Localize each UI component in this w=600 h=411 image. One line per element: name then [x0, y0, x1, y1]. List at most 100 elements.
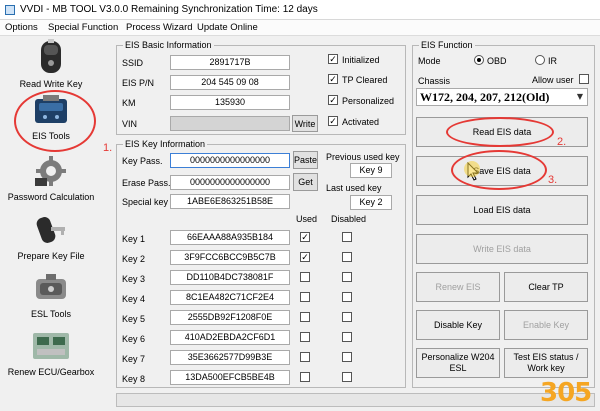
menu-options[interactable]: Options	[5, 22, 38, 33]
key-row-label: Key 2	[122, 254, 146, 264]
sidebar-item-prepare-key-file[interactable]: Prepare Key File	[2, 213, 100, 261]
group-title: EIS Function	[419, 40, 475, 50]
vin-field[interactable]	[170, 116, 290, 131]
allow-user-checkbox[interactable]	[579, 74, 589, 84]
key-used-checkbox[interactable]	[300, 272, 310, 282]
load-eis-data-button[interactable]: Load EIS data	[416, 195, 588, 225]
key-value-field[interactable]: 35E3662577D99B3E	[170, 350, 290, 365]
eis-pn-field[interactable]: 204 545 09 08	[170, 75, 290, 90]
button-label-line: Personalize W204	[421, 352, 495, 362]
key-value-field[interactable]: 410AD2EBDA2CF6D1	[170, 330, 290, 345]
button-label-line: Test EIS status /	[513, 352, 579, 362]
key-row-label: Key 5	[122, 314, 146, 324]
sidebar-item-label: Read Write Key	[19, 79, 83, 89]
mode-ir-radio[interactable]	[535, 55, 545, 65]
key-disabled-checkbox[interactable]	[342, 252, 352, 262]
key-pass-field[interactable]: 0000000000000000	[170, 153, 290, 168]
activated-checkbox[interactable]	[328, 116, 338, 126]
annotation-number-3: 3.	[548, 174, 558, 186]
key-icon	[36, 217, 65, 243]
cursor-highlight	[464, 161, 480, 177]
group-title: EIS Key Information	[123, 139, 208, 149]
prev-used-key-field[interactable]: Key 9	[350, 163, 392, 178]
mode-obd-radio[interactable]	[474, 55, 484, 65]
key-row-label: Key 3	[122, 274, 146, 284]
key-disabled-checkbox[interactable]	[342, 372, 352, 382]
initialized-checkbox[interactable]	[328, 54, 338, 64]
key-value-field[interactable]: 66EAAA88A935B184	[170, 230, 290, 245]
sidebar-item-renew-ecu-gearbox[interactable]: Renew ECU/Gearbox	[2, 329, 100, 377]
personalize-w204-esl-button[interactable]: Personalize W204 ESL	[416, 348, 500, 378]
key-used-checkbox[interactable]	[300, 232, 310, 242]
special-key-field[interactable]: 1ABE6E863251B58E	[170, 194, 290, 209]
erase-pass-field[interactable]: 0000000000000000	[170, 175, 290, 190]
enable-key-button[interactable]: Enable Key	[504, 310, 588, 340]
key-used-checkbox[interactable]	[300, 372, 310, 382]
lock-module-icon	[36, 274, 66, 299]
key-value-field[interactable]: 8C1EA482C71CF2E4	[170, 290, 290, 305]
ssid-label: SSID	[122, 58, 144, 68]
sidebar-item-label: Prepare Key File	[17, 251, 85, 261]
sidebar-item-esl-tools[interactable]: ESL Tools	[2, 271, 100, 319]
menu-update-online[interactable]: Update Online	[197, 22, 258, 33]
allow-user-label: Allow user	[532, 75, 574, 85]
key-row-label: Key 1	[122, 234, 146, 244]
key-used-checkbox[interactable]	[300, 252, 310, 262]
watermark-logo: 305	[540, 378, 592, 408]
special-key-label: Special key	[122, 197, 169, 207]
chassis-label: Chassis	[418, 76, 451, 86]
paste-button[interactable]: Paste	[293, 151, 318, 169]
last-used-key-field[interactable]: Key 2	[350, 195, 392, 210]
key-used-checkbox[interactable]	[300, 352, 310, 362]
key-disabled-checkbox[interactable]	[342, 332, 352, 342]
key-used-checkbox[interactable]	[300, 312, 310, 322]
key-row-label: Key 7	[122, 354, 146, 364]
gear-icon	[35, 156, 66, 186]
sidebar-item-label: ESL Tools	[30, 309, 72, 319]
key-value-field[interactable]: DD110B4DC738081F	[170, 270, 290, 285]
menu-process-wizard[interactable]: Process Wizard	[126, 22, 193, 33]
key-disabled-checkbox[interactable]	[342, 352, 352, 362]
chassis-selected-value: W172, 204, 207, 212(Old)	[420, 90, 550, 104]
prev-used-key-label: Previous used key	[326, 152, 400, 162]
write-vin-button[interactable]: Write	[292, 115, 318, 132]
tp-cleared-checkbox[interactable]	[328, 74, 338, 84]
write-eis-data-button[interactable]: Write EIS data	[416, 234, 588, 264]
personalized-checkbox[interactable]	[328, 95, 338, 105]
activated-label: Activated	[342, 117, 380, 127]
key-disabled-checkbox[interactable]	[342, 272, 352, 282]
progress-bar	[116, 393, 595, 407]
menu-special-function[interactable]: Special Function	[48, 22, 118, 33]
key-disabled-checkbox[interactable]	[342, 312, 352, 322]
personalized-label: Personalized	[342, 96, 395, 106]
renew-eis-button[interactable]: Renew EIS	[416, 272, 500, 302]
get-button[interactable]: Get	[293, 173, 318, 191]
eis-tools-highlight-circle	[14, 90, 96, 152]
disabled-column-header: Disabled	[331, 214, 367, 224]
sidebar-item-label: Password Calculation	[7, 192, 95, 202]
key-fob-icon	[41, 39, 61, 73]
key-value-field[interactable]: 2555DB92F1208F0E	[170, 310, 290, 325]
key-disabled-checkbox[interactable]	[342, 292, 352, 302]
app-icon	[5, 5, 15, 15]
disable-key-button[interactable]: Disable Key	[416, 310, 500, 340]
test-eis-status-button[interactable]: Test EIS status / Work key	[504, 348, 588, 378]
key-value-field[interactable]: 3F9FCC6BCC9B5C7B	[170, 250, 290, 265]
key-row-label: Key 4	[122, 294, 146, 304]
chassis-select[interactable]: W172, 204, 207, 212(Old) ▼	[416, 88, 588, 106]
key-used-checkbox[interactable]	[300, 292, 310, 302]
ssid-field[interactable]: 2891717B	[170, 55, 290, 70]
circuit-board-icon	[33, 333, 69, 359]
key-pass-label: Key Pass.	[122, 156, 163, 166]
km-field[interactable]: 135930	[170, 95, 290, 110]
mode-obd-label: OBD	[487, 56, 507, 66]
clear-tp-button[interactable]: Clear TP	[504, 272, 588, 302]
button-label-line: ESL	[449, 363, 467, 373]
sidebar-item-password-calculation[interactable]: Password Calculation	[2, 154, 100, 202]
key-used-checkbox[interactable]	[300, 332, 310, 342]
key-value-field[interactable]: 13DA500EFCB5BE4B	[170, 370, 290, 385]
key-disabled-checkbox[interactable]	[342, 232, 352, 242]
read-eis-highlight-circle	[446, 117, 554, 147]
sidebar-item-read-write-key[interactable]: Read Write Key	[2, 39, 100, 89]
eis-pn-label: EIS P/N	[122, 78, 155, 88]
